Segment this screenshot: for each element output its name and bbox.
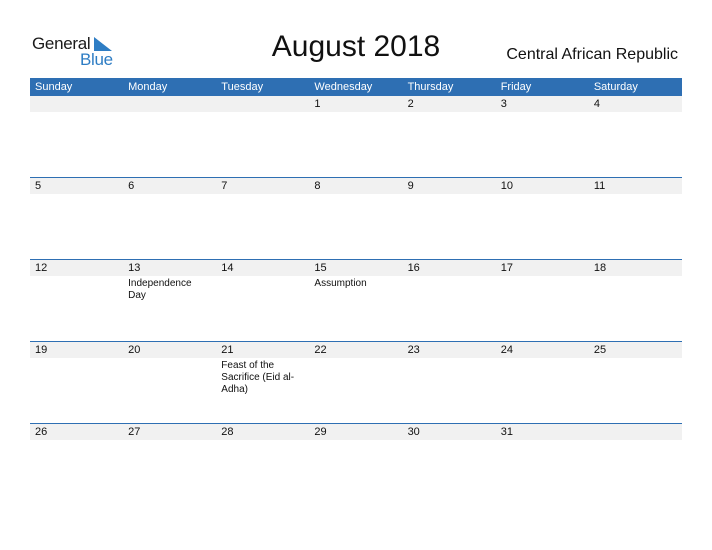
holiday-label — [496, 440, 589, 442]
holiday-label — [123, 358, 216, 396]
week-row: 19 20 21 22 23 24 25 Feast of the Sacrifice (Ei… — [30, 341, 682, 423]
day-number: 18 — [593, 262, 607, 274]
weekday-sunday: Sunday — [35, 81, 73, 93]
day-number: 3 — [500, 98, 507, 110]
holiday-label: Assumption — [314, 278, 367, 289]
weekday-tuesday: Tuesday — [221, 81, 264, 93]
day-number: 7 — [221, 180, 228, 192]
day-number: 28 — [221, 426, 234, 438]
holiday-label — [309, 440, 402, 442]
holiday-label — [403, 358, 496, 396]
week-row: 5 6 7 8 9 10 11 — [30, 177, 682, 259]
day-number: 12 — [35, 262, 48, 274]
holiday-label — [403, 440, 496, 442]
event-row — [30, 194, 682, 196]
holiday-label — [123, 440, 216, 442]
day-number: 24 — [500, 344, 513, 356]
holiday-label — [589, 194, 682, 196]
event-row: Feast of the Sacrifice (Eid al-Adha) — [30, 358, 682, 396]
weekday-header: Sunday Monday Tuesday Wednesday Thursday… — [30, 78, 682, 96]
week-row: 26 27 28 29 30 31 — [30, 423, 682, 505]
day-number: 17 — [500, 262, 513, 274]
holiday-label — [123, 194, 216, 196]
day-number: 10 — [500, 180, 513, 192]
holiday-label — [589, 276, 682, 302]
holiday-label — [123, 112, 216, 114]
day-number: 14 — [221, 262, 234, 274]
holiday-label: Feast of the Sacrifice (Eid al-Adha) — [221, 360, 295, 395]
weekday-saturday: Saturday — [593, 81, 638, 93]
holiday-label — [589, 358, 682, 396]
day-number: 30 — [407, 426, 420, 438]
weekday-wednesday: Wednesday — [314, 81, 373, 93]
day-number: 1 — [314, 98, 321, 110]
week-row: 12 13 14 15 16 17 18 Independence Day Assumption — [30, 259, 682, 341]
day-number: 21 — [221, 344, 234, 356]
day-number: 26 — [35, 426, 48, 438]
weekday-monday: Monday — [128, 81, 168, 93]
holiday-label — [309, 112, 402, 114]
day-number: 19 — [35, 344, 48, 356]
holiday-label — [216, 276, 309, 302]
holiday-label — [309, 194, 402, 196]
day-number: 13 — [128, 262, 141, 274]
day-number: 11 — [593, 180, 606, 192]
holiday-label — [403, 276, 496, 302]
day-number-row: 12 13 14 15 16 17 18 — [30, 260, 682, 276]
day-number: 15 — [314, 262, 327, 274]
calendar-grid: Sunday Monday Tuesday Wednesday Thursday… — [30, 78, 682, 505]
day-number: 27 — [128, 426, 141, 438]
day-number: 9 — [407, 180, 414, 192]
holiday-label — [403, 194, 496, 196]
holiday-label — [496, 358, 589, 396]
holiday-label — [589, 440, 682, 442]
day-number: 16 — [407, 262, 420, 274]
holiday-label — [30, 358, 123, 396]
day-number — [216, 96, 309, 112]
holiday-label — [403, 112, 496, 114]
holiday-label — [496, 276, 589, 302]
day-number: 22 — [314, 344, 327, 356]
day-number-row: 5 6 7 8 9 10 11 — [30, 178, 682, 194]
day-number: 8 — [314, 180, 321, 192]
holiday-label — [30, 194, 123, 196]
holiday-label — [589, 112, 682, 114]
week-row: 1 2 3 4 — [30, 96, 682, 177]
day-number: 5 — [35, 180, 42, 192]
event-row — [30, 440, 682, 442]
holiday-label — [30, 112, 123, 114]
holiday-label — [309, 358, 402, 396]
weekday-thursday: Thursday — [407, 81, 454, 93]
day-number: 23 — [407, 344, 420, 356]
day-number: 29 — [314, 426, 327, 438]
country-name: Central African Republic — [506, 46, 678, 63]
holiday-label — [30, 276, 123, 302]
day-number — [30, 96, 123, 112]
day-number: 6 — [128, 180, 135, 192]
day-number: 31 — [500, 426, 513, 438]
day-number: 4 — [593, 98, 600, 110]
holiday-label — [216, 440, 309, 442]
holiday-label — [30, 440, 123, 442]
holiday-label — [216, 194, 309, 196]
holiday-label — [496, 194, 589, 196]
weekday-friday: Friday — [500, 81, 532, 93]
day-number — [589, 424, 682, 440]
holiday-label: Independence Day — [128, 278, 192, 301]
day-number: 2 — [407, 98, 414, 110]
day-number-row: 19 20 21 22 23 24 25 — [30, 342, 682, 358]
day-number-row: 26 27 28 29 30 31 — [30, 424, 682, 440]
event-row: Independence Day Assumption — [30, 276, 682, 302]
day-number: 25 — [593, 344, 607, 356]
day-number — [123, 96, 216, 112]
day-number: 20 — [128, 344, 141, 356]
holiday-label — [216, 112, 309, 114]
event-row — [30, 112, 682, 114]
holiday-label — [496, 112, 589, 114]
day-number-row: 1 2 3 4 — [30, 96, 682, 112]
